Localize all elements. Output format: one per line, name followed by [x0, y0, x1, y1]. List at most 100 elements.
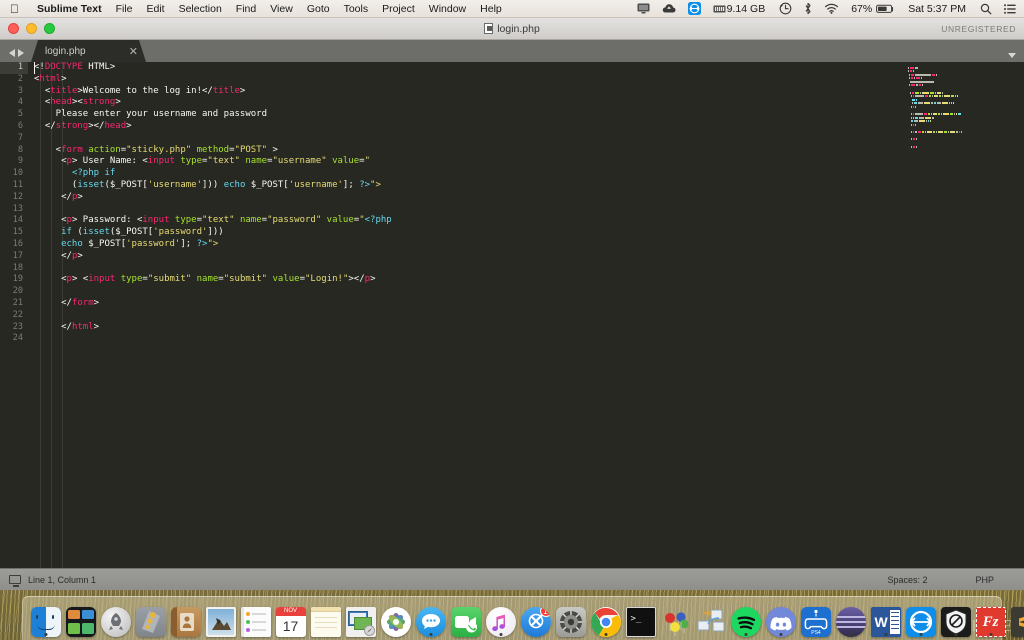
menu-item-project[interactable]: Project: [375, 3, 422, 15]
dock-item-notes[interactable]: [309, 597, 342, 637]
dock-item-preview[interactable]: [204, 597, 237, 637]
indentation-label[interactable]: Spaces: 2: [887, 575, 927, 585]
code-token: ">: [370, 179, 381, 190]
code-token: >: [370, 274, 376, 285]
menu-item-file[interactable]: File: [109, 3, 140, 15]
menu-item-find[interactable]: Find: [229, 3, 263, 15]
launchpad-icon: [100, 607, 131, 637]
line-number: 17: [12, 250, 23, 261]
dock-item-photos[interactable]: [379, 597, 412, 637]
code-editor[interactable]: 1 2 3 4 5 6 7 8 9 10 11 12 13 14 15 16 17 18 19 20 21 22 23 24 …: [0, 62, 1024, 568]
code-token: HTML>: [82, 62, 116, 72]
teamviewer-icon[interactable]: [682, 2, 707, 15]
menu-item-help[interactable]: Help: [473, 3, 509, 15]
arrow-left-icon[interactable]: [9, 49, 15, 57]
code-line: Please enter your username and password: [34, 109, 894, 121]
code-token: ": [364, 156, 371, 167]
ps4-remote-play-icon: PS4: [800, 607, 831, 637]
battery-icon[interactable]: [875, 4, 900, 14]
minimap-segment: [915, 131, 917, 134]
dock-item-discord[interactable]: [764, 597, 797, 637]
terminal-icon: >_: [625, 607, 656, 637]
chevron-down-icon[interactable]: [1008, 53, 1016, 58]
code-token: (: [34, 179, 78, 190]
dock-item-google-chrome[interactable]: [589, 597, 622, 637]
dock-item-facetime[interactable]: [449, 597, 482, 637]
menu-item-view[interactable]: View: [263, 3, 300, 15]
menu-item-tools[interactable]: Tools: [337, 3, 376, 15]
code-token: $_POST[: [82, 238, 127, 249]
minimap-segment: [955, 95, 956, 98]
menu-item-selection[interactable]: Selection: [172, 3, 229, 15]
code-token: "text": [207, 156, 240, 167]
wifi-icon[interactable]: [818, 3, 845, 14]
text-caret: [34, 62, 35, 74]
menu-bar-clock[interactable]: Sat 5:37 PM: [900, 3, 974, 15]
menu-item-window[interactable]: Window: [422, 3, 473, 15]
code-token: "POST": [234, 144, 268, 155]
minimap-line: [908, 106, 1018, 109]
dock-item-calendar[interactable]: NOV 17: [274, 597, 307, 637]
dock-item-system-preferences[interactable]: [554, 597, 587, 637]
minimap-segment: [944, 95, 950, 98]
dock-item-filezilla[interactable]: Fz: [974, 597, 1007, 637]
minimap-line: [908, 145, 1018, 148]
dock-item-contacts[interactable]: [169, 597, 202, 637]
list-icon[interactable]: [998, 3, 1024, 14]
dock-item-finder[interactable]: [29, 597, 62, 637]
dock-item-sublime-text[interactable]: [1009, 597, 1024, 637]
display-icon[interactable]: [631, 3, 656, 14]
dock-item-mission-control[interactable]: [64, 597, 97, 637]
minimap-segment: [951, 95, 954, 98]
minimap-segment: [942, 95, 943, 98]
dock-item-messages[interactable]: [414, 597, 447, 637]
menu-item-goto[interactable]: Goto: [300, 3, 337, 15]
syntax-label[interactable]: PHP: [975, 575, 994, 585]
dock-item-launchpad[interactable]: [99, 597, 132, 637]
line-number: 2: [17, 73, 23, 84]
dock-item-automator[interactable]: [134, 597, 167, 637]
minimap-segment: [913, 70, 914, 73]
close-icon[interactable]: ✕: [113, 45, 138, 58]
minimap-line: [908, 77, 1018, 80]
bluetooth-icon[interactable]: [798, 2, 818, 15]
arrow-right-icon[interactable]: [18, 49, 24, 57]
dock-item-app-store[interactable]: 1: [519, 597, 552, 637]
code-content[interactable]: <!DOCTYPE HTML> <html> <title>Welcome to …: [34, 62, 894, 568]
apple-logo-icon[interactable]: : [0, 3, 30, 15]
code-token: isset: [77, 179, 105, 190]
tab-login-php[interactable]: login.php ✕: [31, 40, 146, 62]
menu-item-sublime-text[interactable]: Sublime Text: [30, 3, 109, 15]
window-title-bar[interactable]: login.php UNREGISTERED: [0, 18, 1024, 40]
code-token: >: [77, 191, 83, 202]
cloud-icon[interactable]: [656, 3, 682, 14]
dock-item-mail[interactable]: [344, 597, 377, 637]
dock-item-shield-app[interactable]: [939, 597, 972, 637]
monitor-icon[interactable]: [9, 575, 21, 587]
line-number: 16: [12, 238, 23, 249]
dock-item-reminders[interactable]: [239, 597, 272, 637]
dock-item-microsoft-word[interactable]: W: [869, 597, 902, 637]
dock-item-teamviewer[interactable]: [904, 597, 937, 637]
menu-item-edit[interactable]: Edit: [140, 3, 172, 15]
dock-item-dark-circle-app[interactable]: [834, 597, 867, 637]
dock-item-spotify[interactable]: [729, 597, 762, 637]
dock-item-terminal[interactable]: >_: [624, 597, 657, 637]
code-token: </: [34, 250, 72, 261]
code-token: </: [34, 321, 72, 332]
code-minimap[interactable]: [908, 66, 1018, 566]
code-token: input: [142, 215, 170, 226]
cursor-position-label[interactable]: Line 1, Column 1: [28, 575, 96, 585]
search-icon[interactable]: [974, 3, 998, 15]
dock-item-itunes[interactable]: [484, 597, 517, 637]
time-machine-icon[interactable]: [773, 2, 798, 15]
minimap-segment: [912, 98, 916, 101]
dock-item-ps4-remote-play[interactable]: PS4: [799, 597, 832, 637]
memory-icon[interactable]: [707, 4, 727, 14]
minimap-segment: [911, 131, 912, 134]
code-token: type: [120, 274, 143, 285]
minimap-segment: [924, 113, 927, 116]
dock-item-airdrop-share[interactable]: [694, 597, 727, 637]
dock-item-balloons[interactable]: [659, 597, 692, 637]
